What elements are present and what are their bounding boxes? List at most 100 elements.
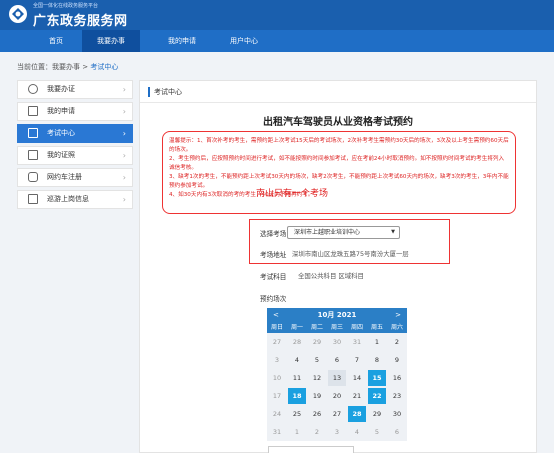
calendar-day: 31 [272, 428, 282, 436]
notice-line: 3、缺考1次的考生，不能预约距上次考试30天内的场次，缺考2次考生，不能预约距上… [169, 174, 509, 189]
calendar-month: 10月 2021 [317, 311, 357, 319]
venue-select[interactable]: 深圳市上越职业培训中心 ▼ [287, 226, 400, 239]
nav-services[interactable]: 我要办事 [82, 30, 140, 52]
calendar-day: 25 [292, 410, 302, 418]
session-label: 预约场次 [260, 295, 287, 303]
venue-highlight-box: 选择考场 深圳市上越职业培训中心 ▼ 考场地址 深圳市南山区龙珠五路75号南汾大… [249, 219, 450, 264]
calendar-day: 21 [352, 392, 362, 400]
notice-box: 温馨提示：1、首次补考的考生，需预约距上次考试15天后的考试场次，2次补考考生需… [162, 131, 516, 214]
calendar-day: 29 [312, 338, 322, 346]
sidebar-item-label: 我的申请 [47, 107, 75, 115]
sidebar-item-label: 考试中心 [47, 129, 75, 137]
car-icon [28, 172, 38, 182]
calendar-day: 4 [294, 356, 300, 364]
sidebar-item-taxi-duty[interactable]: 巡游上岗信息 › [17, 190, 133, 209]
calendar-day[interactable]: 22 [368, 388, 386, 404]
breadcrumb-current[interactable]: 考试中心 [90, 63, 118, 71]
address-label: 考场地址 [260, 251, 287, 259]
calendar-week-row: 31 1 2 3 4 5 6 [267, 423, 407, 441]
chevron-right-icon: › [122, 107, 126, 116]
calendar-day: 3 [334, 428, 340, 436]
chevron-right-icon: › [122, 173, 126, 182]
calendar-day: 1 [374, 338, 380, 346]
calendar-week-row: 3 4 5 6 7 8 9 [267, 351, 407, 369]
calendar-day: 30 [332, 338, 342, 346]
calendar-day: 4 [354, 428, 360, 436]
calendar-day: 29 [372, 410, 382, 418]
weekday-label: 周五 [370, 324, 383, 331]
weekday-label: 周日 [270, 324, 283, 331]
site-title[interactable]: 广东政务服务网 [33, 10, 128, 29]
calendar-day: 10 [272, 374, 282, 382]
page-title: 出租汽车驾驶员从业资格考试预约 [263, 117, 413, 128]
dropdown-arrow-icon: ▼ [391, 229, 395, 235]
chevron-right-icon: › [122, 195, 126, 204]
calendar-day: 19 [312, 392, 322, 400]
prev-month-button[interactable]: < [273, 308, 279, 322]
weekday-label: 周三 [330, 324, 343, 331]
calendar-day[interactable]: 15 [368, 370, 386, 386]
sidebar-item-my-applications[interactable]: 我的申请 › [17, 102, 133, 121]
sidebar-item-label: 网约车注册 [47, 173, 82, 181]
notice-line: 4、如30天内有3次取消的考的考生，40天内不得再约考。 [169, 192, 314, 198]
calendar-day: 20 [332, 392, 342, 400]
calendar-day: 24 [272, 410, 282, 418]
calendar-week-row: 17 18 19 20 21 22 23 [267, 387, 407, 405]
calendar-header: < 10月 2021 > [267, 308, 407, 322]
sidebar: 我要办证 › 我的申请 › 考试中心 › 我的证照 › 网约车注册 › 巡游上岗… [17, 80, 133, 212]
accent-bar [148, 87, 150, 97]
taxi-icon [28, 194, 38, 204]
calendar-day: 14 [352, 374, 362, 382]
breadcrumb-prefix: 当前位置：我要办事 > [17, 63, 91, 71]
panel-header-title: 考试中心 [154, 88, 182, 96]
nav-home[interactable]: 首页 [26, 30, 86, 52]
calendar-day: 26 [312, 410, 322, 418]
sidebar-item-apply-license[interactable]: 我要办证 › [17, 80, 133, 99]
exam-icon [28, 128, 38, 138]
weekday-row: 周日 周一 周二 周三 周四 周五 周六 [267, 322, 407, 333]
site-header: 全国一体化在线政务服务平台 广东政务服务网 [0, 0, 554, 30]
calendar-day: 3 [274, 356, 280, 364]
calendar-day: 2 [394, 338, 400, 346]
sidebar-item-label: 巡游上岗信息 [47, 195, 89, 203]
next-month-button[interactable]: > [395, 308, 401, 322]
sidebar-item-ride-hailing[interactable]: 网约车注册 › [17, 168, 133, 187]
breadcrumb: 当前位置：我要办事 > 考试中心 [17, 62, 118, 72]
user-icon [28, 84, 38, 94]
calendar-day: 13 [328, 370, 346, 386]
calendar-week-row: 24 25 26 27 28 29 30 [267, 405, 407, 423]
platform-subtitle: 全国一体化在线政务服务平台 [33, 3, 99, 9]
calendar-week-row: 27 28 29 30 31 1 2 [267, 333, 407, 351]
weekday-label: 周六 [390, 324, 403, 331]
calendar-day: 16 [392, 374, 402, 382]
bottom-control[interactable] [268, 446, 354, 453]
calendar-grid: 27 28 29 30 31 1 2 3 4 5 6 7 8 9 10 11 12 13 14 15 16 17 18 19 2… [267, 333, 407, 441]
calendar-day: 12 [312, 374, 322, 382]
panel-header: 考试中心 [140, 81, 536, 103]
calendar-day: 17 [272, 392, 282, 400]
nav-user-center[interactable]: 用户中心 [214, 30, 274, 52]
calendar-day: 5 [314, 356, 320, 364]
calendar-day: 31 [352, 338, 362, 346]
calendar-day[interactable]: 18 [288, 388, 306, 404]
subject-label: 考试科目 [260, 273, 287, 281]
edit-icon [28, 106, 38, 116]
venue-label: 选择考场 [260, 230, 287, 238]
calendar-day: 1 [294, 428, 300, 436]
venue-select-value: 深圳市上越职业培训中心 [294, 229, 361, 236]
calendar-day: 23 [392, 392, 402, 400]
calendar-day: 9 [394, 356, 400, 364]
nav-my-applications[interactable]: 我的申请 [152, 30, 212, 52]
date-picker: < 10月 2021 > 周日 周一 周二 周三 周四 周五 周六 27 28 29… [267, 308, 407, 441]
calendar-day: 11 [292, 374, 302, 382]
main-nav: 首页 我要办事 我的申请 用户中心 [0, 30, 554, 52]
weekday-label: 周一 [290, 324, 303, 331]
calendar-day[interactable]: 28 [348, 406, 366, 422]
calendar-day: 7 [354, 356, 360, 364]
calendar-day: 6 [334, 356, 340, 364]
sidebar-item-my-licenses[interactable]: 我的证照 › [17, 146, 133, 165]
calendar-day: 27 [332, 410, 342, 418]
sidebar-item-exam-center[interactable]: 考试中心 › [17, 124, 133, 143]
weekday-label: 周四 [350, 324, 363, 331]
annotation-note: 南山只有一个考场 [256, 189, 329, 199]
